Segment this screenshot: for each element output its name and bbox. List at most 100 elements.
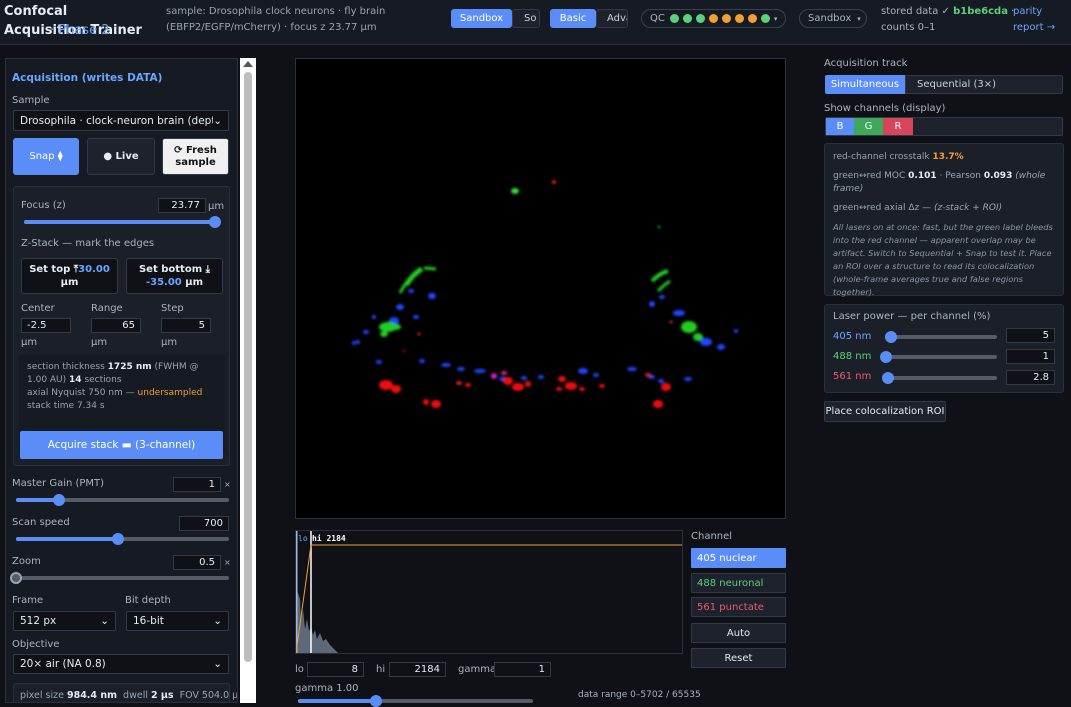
gamma-input[interactable]: 1	[494, 662, 551, 677]
objective-select[interactable]: 20× air (NA 0.8) ⌄	[13, 654, 229, 674]
data-range: data range 0–5702 / 65535	[578, 690, 701, 700]
fresh-sample-button[interactable]: ⟳ Fresh sample	[162, 138, 229, 175]
basic-tab[interactable]: Basic	[550, 9, 596, 28]
channel-405-button[interactable]: 405 nuclear	[691, 548, 786, 568]
zoom-slider-handle[interactable]	[10, 572, 22, 584]
gain-input[interactable]: 1	[173, 477, 221, 492]
sandbox-tab[interactable]: Sandbox	[451, 9, 512, 28]
scroll-up-icon[interactable]	[243, 61, 253, 67]
focus-slider-handle[interactable]	[209, 216, 222, 228]
qc-dot	[669, 14, 679, 23]
qc-dots	[669, 14, 774, 23]
set-top-label: Set top ⤒	[29, 264, 79, 275]
zstack-label: Z-Stack — mark the edges	[21, 238, 155, 249]
snap-button[interactable]: Snap ⧫	[13, 138, 79, 175]
reset-button[interactable]: Reset	[691, 648, 786, 668]
hi-input[interactable]: 2184	[389, 662, 446, 677]
qc-dot	[682, 14, 692, 23]
sections-label: sections	[84, 375, 122, 385]
left-panel-scrollbar[interactable]	[240, 58, 256, 703]
channel-561-button[interactable]: 561 punctate	[691, 597, 786, 617]
microscope-image[interactable]	[295, 58, 786, 519]
gamma-slider[interactable]	[298, 695, 533, 707]
sample-select-value: Drosophila · clock-neuron brain (depth/c	[20, 114, 214, 127]
simultaneous-tab[interactable]: Simultaneous	[825, 75, 905, 94]
laser-405-handle[interactable]	[884, 331, 897, 343]
bit-depth-select[interactable]: 16-bit ⌄	[126, 611, 229, 631]
live-button[interactable]: ● Live	[87, 138, 155, 175]
scan-speed-slider-handle[interactable]	[112, 533, 125, 545]
focus-slider-fill	[24, 220, 216, 224]
focus-label: Focus (z)	[21, 200, 66, 211]
histogram[interactable]: lo hi 2184	[295, 530, 683, 654]
sequential-tab[interactable]: Sequential (3×)	[905, 75, 1063, 94]
gamma-slider-handle[interactable]	[369, 695, 382, 707]
dwell-value: 2 µs	[151, 690, 174, 701]
crosstalk-label: red-channel crosstalk	[833, 152, 930, 162]
range-input[interactable]: 65	[91, 318, 141, 333]
laser-405-slider[interactable]	[884, 331, 997, 343]
zoom-input[interactable]: 0.5	[173, 555, 221, 570]
crosstalk-value: 13.7%	[932, 152, 964, 162]
chevron-down-icon: ⌄	[213, 658, 222, 670]
laser-561-handle[interactable]	[882, 372, 895, 384]
laser-561-slider[interactable]	[882, 372, 997, 384]
center-input[interactable]: -2.5	[21, 318, 71, 333]
show-green-toggle[interactable]: G	[854, 118, 883, 135]
stack-time: stack time 7.34 s	[27, 401, 105, 411]
parity-report-link[interactable]: parity report →	[1013, 4, 1055, 36]
laser-power-box: Laser power — per channel (%) 405 nm 5 4…	[824, 304, 1064, 393]
top-header: Confocal Acquisition Trainer · Phase 2 s…	[0, 0, 1071, 45]
app-title: Confocal Acquisition Trainer · Phase 2	[4, 2, 144, 40]
counts-label: counts 0–1	[881, 22, 936, 33]
hi-label: hi	[376, 664, 386, 675]
place-roi-button[interactable]: Place colocalization ROI	[824, 401, 946, 422]
gain-slider-handle[interactable]	[52, 494, 65, 506]
zoom-slider[interactable]	[10, 572, 229, 584]
frame-select-value: 512 px	[20, 615, 57, 627]
laser-488-slider[interactable]	[880, 351, 997, 363]
lo-marker[interactable]	[296, 531, 298, 653]
so-tab[interactable]: So	[512, 9, 540, 28]
acquire-stack-button[interactable]: Acquire stack ▬ (3-channel)	[20, 431, 223, 459]
qc-indicator[interactable]: QC ▾	[641, 9, 786, 28]
scan-speed-slider[interactable]	[16, 533, 229, 545]
channel-488-button[interactable]: 488 neuronal	[691, 573, 786, 593]
pearson-value: 0.093	[983, 171, 1013, 181]
frame-select[interactable]: 512 px ⌄	[13, 611, 116, 631]
gain-label: Master Gain (PMT)	[12, 478, 105, 489]
sample-select[interactable]: Drosophila · clock-neuron brain (depth/c…	[13, 110, 229, 131]
laser-561-input[interactable]: 2.8	[1006, 370, 1055, 385]
bottom-unit: µm	[185, 277, 204, 288]
pearson-label: · Pearson	[939, 171, 981, 181]
stored-data-info: stored data ✓ b1be6cda · counts 0–1	[881, 4, 1014, 36]
gamma-label: gamma	[458, 664, 497, 675]
focus-slider[interactable]	[24, 216, 222, 228]
show-red-toggle[interactable]: R	[883, 118, 913, 135]
auto-button[interactable]: Auto	[691, 623, 786, 643]
chevron-down-icon: ⌄	[100, 615, 109, 627]
pixel-size-label: pixel size	[20, 690, 64, 701]
track-note: All lasers on at once: fast, but the gre…	[833, 222, 1053, 297]
focus-input[interactable]: 23.77	[158, 198, 206, 213]
laser-488-input[interactable]: 1	[1006, 349, 1055, 364]
sandbox-select[interactable]: Sandbox ▾	[799, 9, 867, 28]
axial-note: (z-stack + ROI)	[933, 203, 1003, 213]
frame-label: Frame	[12, 595, 44, 606]
scrollbar-thumb[interactable]	[244, 72, 252, 662]
advanced-tab[interactable]: Adva	[596, 9, 628, 28]
step-input[interactable]: 5	[161, 318, 211, 333]
sample-label: Sample	[12, 95, 50, 106]
gain-slider[interactable]	[16, 494, 229, 506]
step-unit: µm	[161, 337, 178, 348]
show-blue-toggle[interactable]: B	[826, 118, 854, 135]
laser-405-input[interactable]: 5	[1006, 328, 1055, 343]
laser-488-handle[interactable]	[880, 351, 893, 363]
set-top-button[interactable]: Set top ⤒30.00 µm	[21, 258, 118, 294]
set-bottom-button[interactable]: Set bottom ⤓ -35.00 µm	[126, 258, 223, 294]
lo-input[interactable]: 8	[307, 662, 364, 677]
bottom-value: -35.00	[145, 277, 182, 288]
moc-value: 0.101	[908, 171, 937, 181]
scan-speed-input[interactable]: 700	[179, 516, 229, 531]
histogram-plot	[295, 531, 682, 654]
